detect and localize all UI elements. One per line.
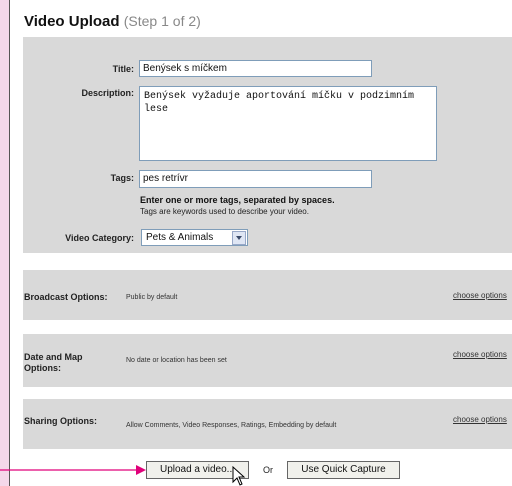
chevron-down-icon[interactable]	[232, 231, 246, 245]
title-label: Title:	[112, 64, 134, 74]
description-textarea[interactable]: Benýsek vyžaduje aportování míčku v podz…	[139, 86, 437, 161]
date-map-choose-options-link[interactable]: choose options	[453, 350, 507, 359]
page-title-text: Video Upload	[24, 13, 120, 30]
quick-capture-button[interactable]: Use Quick Capture	[287, 461, 400, 479]
broadcast-options-description: Public by default	[126, 294, 178, 301]
category-selected-value: Pets & Animals	[146, 232, 214, 243]
sharing-options-description: Allow Comments, Video Responses, Ratings…	[126, 422, 337, 429]
date-map-options-description: No date or location has been set	[126, 357, 227, 364]
mouse-pointer-icon	[232, 466, 246, 486]
page-title: Video Upload (Step 1 of 2)	[24, 13, 201, 30]
tags-label: Tags:	[110, 173, 134, 183]
annotation-arrow-icon	[0, 465, 146, 475]
description-label: Description:	[81, 88, 134, 98]
category-select[interactable]: Pets & Animals	[141, 229, 248, 246]
tags-hint-bold: Enter one or more tags, separated by spa…	[140, 195, 335, 205]
tags-hint: Tags are keywords used to describe your …	[140, 207, 309, 216]
sharing-options-label: Sharing Options:	[24, 416, 97, 426]
sharing-choose-options-link[interactable]: choose options	[453, 415, 507, 424]
tags-input[interactable]: pes retrívr	[139, 170, 372, 188]
broadcast-options-label: Broadcast Options:	[24, 292, 108, 302]
or-separator: Or	[263, 465, 273, 475]
title-input[interactable]: Benýsek s míčkem	[139, 60, 372, 77]
step-indicator: (Step 1 of 2)	[123, 13, 201, 29]
broadcast-choose-options-link[interactable]: choose options	[453, 291, 507, 300]
screenshot-stage: Video Upload (Step 1 of 2) Title: Benýse…	[0, 0, 512, 486]
category-label: Video Category:	[65, 233, 134, 243]
upload-page-panel: Video Upload (Step 1 of 2) Title: Benýse…	[9, 0, 512, 486]
date-map-options-label: Date and Map Options:	[24, 352, 83, 373]
